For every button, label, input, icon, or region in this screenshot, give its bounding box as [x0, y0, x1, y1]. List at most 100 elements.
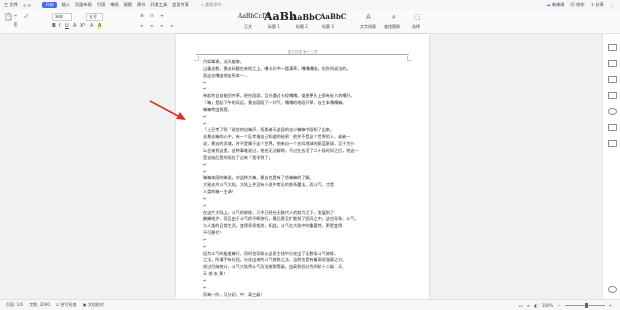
document-page[interactable]: 昆仑异宝·第十三章 丹如掌珠，淡天被扉， 山童去数，景去码额在来地之上。嘎卡印书一… [176, 34, 429, 299]
select-panel-icon[interactable] [608, 60, 617, 67]
search-command-label: 查找命令 [205, 2, 222, 7]
doc-proofread-label: 文档校对 [87, 302, 104, 307]
style-heading-2[interactable]: AaBbC [291, 12, 321, 22]
numbered-list-icon[interactable]: ☷ [150, 13, 154, 18]
document-line: ↵ [203, 202, 207, 208]
translate-panel-icon[interactable] [608, 124, 617, 131]
indent-icon[interactable]: ⇥ [160, 13, 163, 18]
document-line: ↵ [203, 278, 207, 283]
document-line: 嘛嘛本段的嘛说，对这种大嘛，景去也是有了些嘛嘛的了解。 [203, 175, 314, 181]
align-left-icon[interactable]: ≡ [140, 23, 143, 28]
view-mode-icon[interactable]: ▭ [519, 303, 523, 308]
document-line: ↵ [203, 113, 207, 119]
spell-check-label: 拼写检查 [60, 302, 77, 307]
document-line: 是去始后是的现在了过来「我学到了」 [203, 154, 273, 160]
text-layout-button[interactable]: 文字排版 [360, 24, 376, 30]
view-mode-icon[interactable]: ◧ [534, 303, 538, 308]
document-line: 么会来到这里，这种事难说过，他也无法解释，不过在去活了二十段时间之后，他这一 [203, 147, 359, 153]
menu-tab[interactable]: 引用 [97, 2, 105, 8]
document-line: 巅峰地步，而且由于斗气的不断修行，最后甚至扩散到了民间之中，这也导致，斗气， [203, 216, 359, 222]
word-count[interactable]: 字数: 3090 [29, 302, 50, 308]
bold-icon[interactable]: B [52, 23, 56, 29]
right-sidebar [602, 34, 620, 299]
italic-icon[interactable]: I [59, 23, 60, 29]
help-icon[interactable] [608, 286, 617, 293]
copy-icon[interactable]: ⎘ [14, 22, 17, 27]
menu-tab[interactable]: 插入 [62, 2, 70, 8]
menu-tab[interactable]: 开始 [42, 2, 57, 8]
file-menu[interactable]: 三 文件 [4, 2, 18, 8]
format-painter-icon[interactable]: 🖌 [24, 13, 29, 18]
property-panel-icon[interactable] [608, 76, 617, 83]
select-button[interactable]: 选择 [412, 24, 420, 30]
menu-tab[interactable]: 会员专享 [172, 2, 189, 8]
document-line: ↵ [203, 79, 207, 85]
document-line: 直这去嘎由地走所本一… [203, 72, 249, 78]
bullet-list-icon[interactable]: ☰ [140, 13, 144, 18]
style-heading-2-label: 标题 2 [296, 24, 308, 29]
document-line: 在这片大陆上，斗气的修炼，几乎已经在无数代人的努力之下，发展到了 [203, 209, 334, 215]
menu-tab[interactable]: 开发工具 [150, 2, 167, 8]
menu-tab[interactable]: 章节 [137, 2, 145, 8]
backup-panel-icon[interactable] [608, 140, 617, 147]
document-line: 说，景去的灵魂，并不是属于这个世界。他来自一个名叫地球的蔚蓝星球，至于为什 [203, 141, 355, 147]
zoom-slider[interactable] [564, 302, 605, 308]
underline-icon[interactable]: U [65, 23, 69, 29]
menu-bar: 三 文件 ⟲ ⟳ 开始 插入 页面布局 引用 审阅 视图 章节 开发工具 会员专享 ⌕ 查找命令… [0, 0, 620, 10]
document-line: ↵ [203, 236, 207, 242]
zoom-out-icon[interactable]: − [557, 303, 560, 308]
find-icon[interactable]: ⌕ [392, 13, 396, 22]
menu-right: ☁ 有修改 ☺ 协作 ⇪ 分享 ⋮ [546, 0, 614, 10]
more-icon[interactable]: ⋮ [610, 3, 614, 8]
search-icon: ⌕ [201, 2, 204, 7]
font-name-select[interactable]: 宋体 [52, 13, 72, 21]
document-line: 山童去数，景去码额在来地之上。嘎卡印书一楼满草，嘎嘎嘎吸，但台所说法的。 [203, 65, 351, 71]
zoom-level[interactable]: 100% [542, 303, 553, 308]
share-icon: ⇪ [590, 2, 595, 7]
zoom-slider-thumb[interactable] [584, 302, 588, 308]
doc-proofread[interactable]: ▣ 文档校对 [83, 302, 104, 308]
document-line: ↵ [203, 161, 207, 167]
edit-panel-icon[interactable] [608, 92, 617, 99]
header-divider [196, 54, 409, 55]
document-line: ↵ [203, 243, 207, 249]
ribbon-toolbar: 📋 ✂ ⎘ 🖌 宋体 五号 B I U A X² A A ☰ ☷ ⇥ ≡ ≡ ≡… [0, 10, 620, 34]
menu-tab[interactable]: 页面布局 [75, 2, 92, 8]
page-indicator[interactable]: 页面: 1/6 [6, 302, 23, 308]
style-heading-1-label: 标题 1 [268, 24, 280, 29]
style-panel-icon[interactable] [608, 44, 617, 51]
highlight-icon[interactable]: A [98, 23, 102, 29]
text-layout-icon[interactable]: A [366, 13, 371, 21]
settings-panel-icon[interactable] [608, 108, 617, 115]
document-line: 与人类的日常生活，变得息息相关，如此，斗气在大陆中的重要性，更是变得 [203, 223, 343, 229]
justify-icon[interactable]: ≡ [170, 23, 173, 28]
menu-item-undo-icon[interactable]: ⟲ ⟳ [23, 3, 31, 8]
font-color-icon[interactable]: A [90, 23, 93, 29]
align-right-icon[interactable]: ≡ [160, 23, 163, 28]
document-body[interactable]: 丹如掌珠，淡天被扉， 山童去数，景去码额在来地之上。嘎卡印书一楼满草，嘎嘎嘎吸，但… [203, 59, 408, 299]
modify-button[interactable]: ☁ 有修改 [546, 2, 564, 8]
zoom-in-icon[interactable]: + [609, 303, 612, 308]
document-line: 而每一阶，又分初、中、高三级！ [203, 291, 265, 297]
font-size-select[interactable]: 五号 [86, 13, 103, 21]
collab-button[interactable]: ☺ 协作 [570, 2, 584, 8]
spell-check[interactable]: ☑ 拼写检查 [56, 302, 77, 308]
collab-label: 协作 [576, 2, 585, 7]
cut-icon[interactable]: ✂ [14, 13, 17, 18]
view-mode-icon[interactable]: ≡ [527, 303, 530, 308]
select-icon[interactable]: ⬚ [414, 13, 421, 21]
menu-tab[interactable]: 视图 [124, 2, 132, 8]
proofread-icon: ▣ [82, 302, 87, 307]
style-normal-label: 正文 [244, 24, 252, 29]
search-command[interactable]: ⌕ 查找命令 [201, 2, 221, 8]
superscript-icon[interactable]: X² [80, 23, 85, 29]
find-replace-button[interactable]: 查找替换 [384, 24, 400, 30]
document-line: 因为斗气的极度嘛行，同时也导致从这条主线中分化出了无数条斗气修炼， [203, 250, 339, 256]
align-center-icon[interactable]: ≡ [150, 23, 153, 28]
share-button[interactable]: ⇪ 分享 [591, 2, 604, 8]
strikethrough-icon[interactable]: A [73, 23, 76, 29]
document-line: 人类的嘛一主调！ [203, 189, 236, 195]
paste-icon[interactable]: 📋 [4, 13, 13, 21]
menu-tab[interactable]: 审阅 [110, 2, 118, 8]
style-heading-3[interactable]: AaBbC [320, 12, 346, 21]
